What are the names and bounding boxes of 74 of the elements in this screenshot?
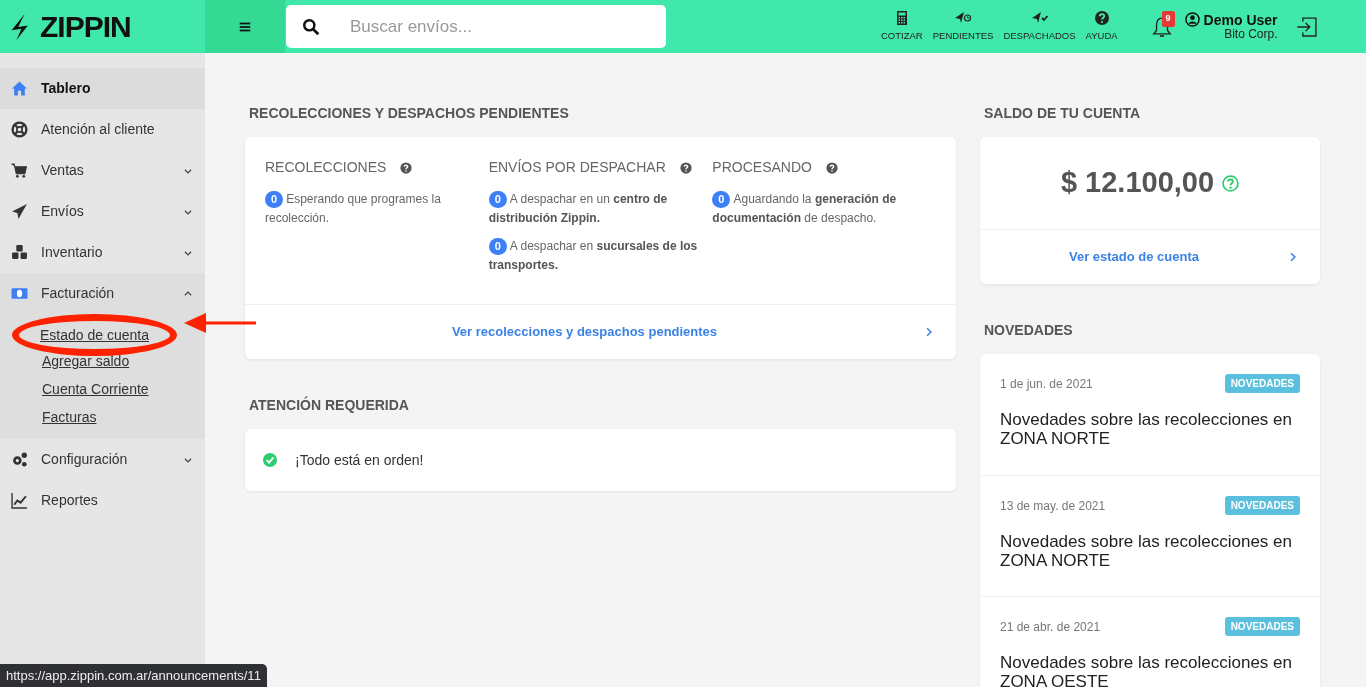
sidebar-item[interactable]: Configuración (0, 439, 205, 480)
column-heading: RECOLECCIONES (265, 158, 387, 177)
help-icon (679, 161, 692, 174)
count-badge: 0 (488, 191, 507, 208)
news-title: Novedades sobre las recolecciones en ZONA NORTE (1000, 532, 1293, 570)
logout-button[interactable] (1295, 15, 1318, 38)
news-tag: NOVEDADES (1224, 374, 1300, 393)
notification-count: 9 (1161, 11, 1175, 27)
banknote-icon (10, 285, 29, 302)
sidebar-subitem[interactable]: Cuenta Corriente (0, 375, 149, 403)
news-item[interactable]: 1 de jun. de 2021 NOVEDADES Novedades sobre las recolecciones en ZONA NORTE (980, 354, 1320, 475)
news-date: 1 de jun. de 2021 (1000, 375, 1093, 393)
boxes-icon (10, 244, 29, 261)
bell-icon[interactable] (1150, 14, 1173, 39)
logout-icon (1295, 15, 1318, 38)
count-badge: 0 (488, 238, 507, 255)
section-title: SALDO DE TU CUENTA (984, 104, 1142, 123)
company-name: Bito Corp. (1224, 27, 1278, 41)
sidebar-subitem[interactable]: Estado de cuenta (40, 321, 149, 349)
pending-link[interactable]: Ver recolecciones y despachos pendientes (245, 322, 924, 342)
column-heading: PROCESANDO (712, 158, 812, 177)
brand-name: ZIPPIN (40, 9, 131, 45)
sidebar-item[interactable]: Reportes (0, 480, 205, 521)
column-heading: ENVÍOS POR DESPACHAR (488, 158, 666, 177)
pending-button[interactable]: PENDIENTES (927, 9, 999, 44)
status-message: ¡Todo está en orden! (295, 450, 424, 470)
status-text: 0 Aguardando la generación de documentación de despacho. (712, 190, 898, 227)
sidebar-item[interactable]: Ventas (0, 150, 205, 191)
status-text: 0 Esperando que programes la recolección. (265, 190, 442, 227)
sidebar-item[interactable]: Tablero (0, 68, 205, 109)
status-url: https://app.zippin.com.ar/announcements/11 (0, 663, 267, 687)
sidebar-subitem[interactable]: Facturas (0, 403, 97, 431)
home-icon (10, 80, 29, 97)
sidebar-item[interactable]: Facturación (0, 273, 205, 314)
user-icon (1184, 12, 1200, 27)
sidebar-item[interactable]: Atención al cliente (0, 109, 205, 150)
news-title: Novedades sobre las recolecciones en ZONA OESTE (1000, 653, 1293, 687)
search-field[interactable]: Buscar envíos... (286, 5, 666, 48)
dispatched-button[interactable]: DESPACHADOS (998, 9, 1081, 44)
chevron-right-icon[interactable] (1288, 251, 1298, 263)
help-button[interactable]: AYUDA (1080, 9, 1123, 44)
lifebuoy-icon (10, 121, 29, 138)
news-tag: NOVEDADES (1224, 496, 1300, 515)
section-title: RECOLECCIONES Y DESPACHOS PENDIENTES (249, 104, 570, 123)
status-text: 0 A despachar en sucursales de los transportes. (488, 237, 699, 274)
annotation-arrow (184, 312, 256, 334)
chevron-right-icon[interactable] (924, 326, 934, 338)
sidebar-subitem[interactable]: Agregar saldo (0, 347, 130, 375)
help-icon (1093, 9, 1110, 26)
help-icon (400, 161, 413, 174)
news-item[interactable]: 13 de may. de 2021 NOVEDADES Novedades sobre las recolecciones en ZONA NORTE (980, 475, 1320, 596)
count-badge: 0 (265, 191, 284, 208)
help-icon (825, 161, 838, 174)
section-title: NOVEDADES (984, 321, 1074, 340)
sidebar-item[interactable]: Envíos (0, 191, 205, 232)
sidebar-item[interactable]: Inventario (0, 232, 205, 273)
user-name[interactable]: Demo User (1203, 12, 1278, 27)
balance-amount: $ 12.100,00 (1060, 165, 1215, 201)
news-tag: NOVEDADES (1224, 617, 1300, 636)
news-title: Novedades sobre las recolecciones en ZONA NORTE (1000, 410, 1293, 448)
news-item[interactable]: 21 de abr. de 2021 NOVEDADES Novedades sobre las recolecciones en ZONA OESTE (980, 596, 1320, 687)
news-date: 21 de abr. de 2021 (1000, 618, 1101, 636)
help-icon (1222, 174, 1240, 192)
gears-icon (10, 451, 29, 468)
status-text: 0 A despachar en un centro de distribución Zippin. (488, 190, 669, 227)
cart-icon (10, 162, 29, 179)
count-badge: 0 (712, 191, 731, 208)
account-link[interactable]: Ver estado de cuenta (980, 247, 1288, 267)
section-title: ATENCIÓN REQUERIDA (249, 395, 410, 415)
news-date: 13 de may. de 2021 (1000, 497, 1106, 515)
quote-button[interactable]: COTIZAR (876, 9, 928, 44)
line-chart-icon (10, 492, 29, 509)
check-circle-icon (263, 453, 277, 467)
paper-plane-icon (10, 203, 29, 220)
